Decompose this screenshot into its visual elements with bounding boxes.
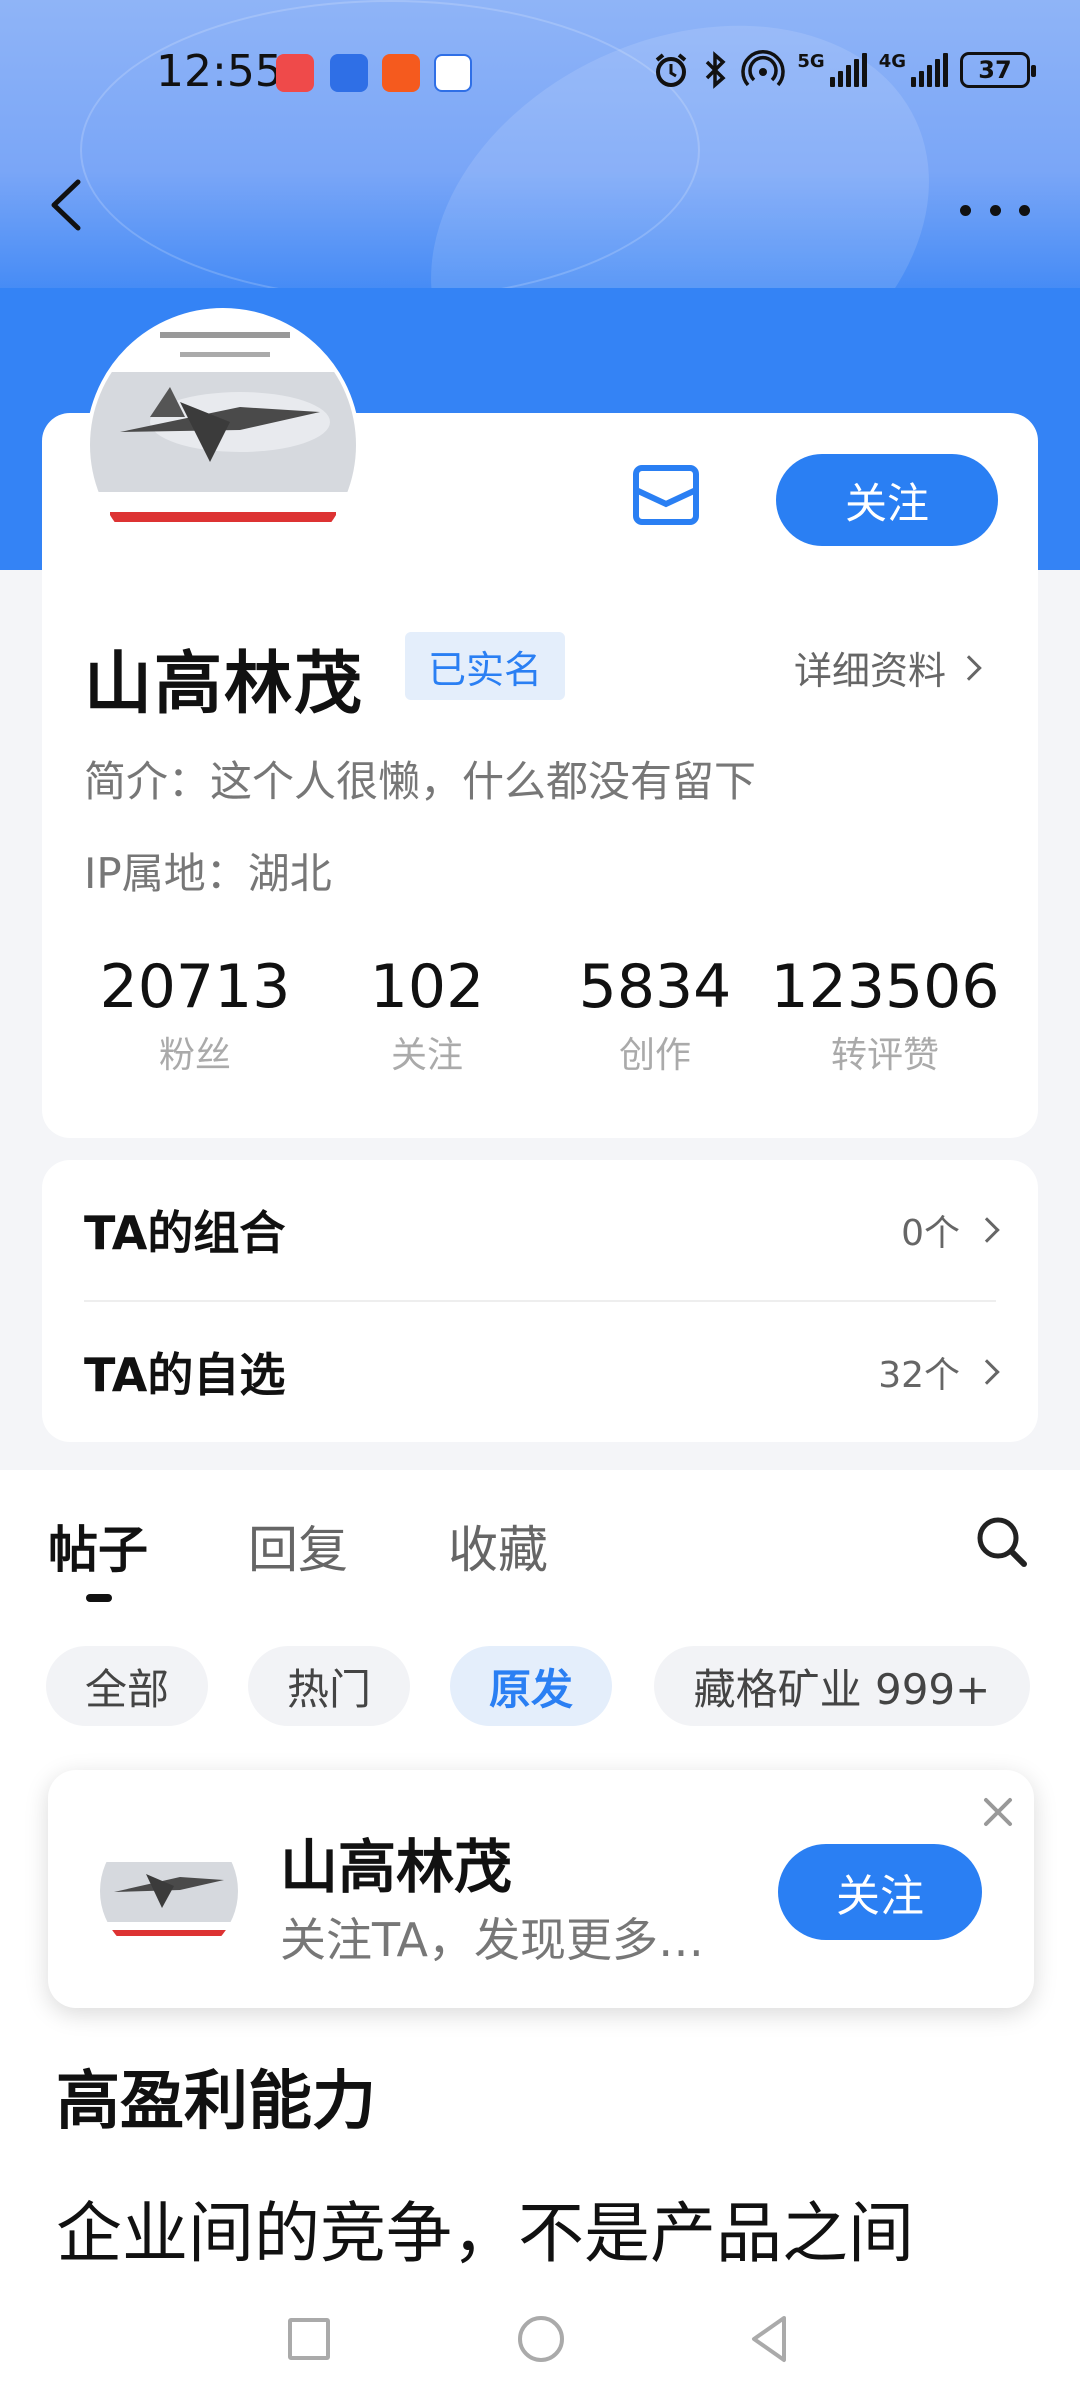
follow-popup: 山高林茂 关注TA，发现更多… 关注 (48, 1770, 1034, 2008)
bluetooth-icon (706, 51, 726, 89)
popup-name: 山高林茂 (280, 1833, 513, 1901)
back-button[interactable] (40, 170, 100, 240)
tab-indicator (86, 1594, 112, 1602)
list-item-portfolio[interactable]: TA的组合 0个 (84, 1160, 1000, 1300)
chevron-right-icon (974, 1217, 1000, 1243)
popup-avatar[interactable] (100, 1822, 238, 1960)
battery-indicator: 37 (960, 52, 1036, 88)
profile-bio: 简介：这个人很懒，什么都没有留下 (84, 757, 757, 806)
alarm-icon (656, 53, 687, 87)
triangle-back-icon (752, 2316, 786, 2362)
browser-icon (434, 54, 472, 92)
popup-subtitle: 关注TA，发现更多… (280, 1913, 704, 1967)
status-time: 12:55 (156, 46, 283, 97)
list-card: TA的组合 0个 TA的自选 32个 (42, 1160, 1038, 1442)
tab-posts[interactable]: 帖子 (48, 1510, 148, 1582)
app-icon-orange (382, 54, 420, 92)
verified-badge: 已实名 (405, 632, 565, 700)
profile-ip: IP属地：湖北 (84, 849, 332, 898)
status-bar: 12:55 5G 4G 37 (0, 40, 1080, 110)
chip-topic[interactable]: 藏格矿业 999+ (654, 1646, 1030, 1726)
app-icon-blue (330, 54, 368, 92)
huawei-store-icon (276, 54, 314, 92)
post-title[interactable]: 高盈利能力 (56, 2050, 376, 2142)
avatar[interactable] (86, 308, 360, 582)
chip-original[interactable]: 原发 (450, 1646, 612, 1726)
signal-4g-icon: 4G (879, 53, 948, 87)
chip-all[interactable]: 全部 (46, 1646, 208, 1726)
recent-apps-button[interactable] (288, 2318, 330, 2360)
avatar-image (90, 312, 356, 578)
chevron-right-icon (956, 654, 982, 681)
avatar-image (100, 1822, 238, 1960)
more-button[interactable] (960, 180, 1030, 240)
profile-stats: 20713 粉丝 102 关注 5834 创作 123506 转评赞 (42, 952, 1038, 1092)
chevron-right-icon (974, 1359, 1000, 1385)
list-item-watchlist[interactable]: TA的自选 32个 (84, 1302, 1000, 1442)
detail-link[interactable]: 详细资料 (794, 640, 982, 695)
more-dots-icon (960, 204, 971, 216)
search-icon (977, 1517, 1027, 1567)
tab-replies[interactable]: 回复 (248, 1510, 348, 1582)
profile-name: 山高林茂 (84, 645, 365, 724)
home-button[interactable] (518, 2316, 564, 2362)
message-button[interactable] (628, 460, 704, 530)
status-right-group: 5G 4G 37 (651, 50, 1036, 90)
search-button[interactable] (974, 1514, 1030, 1570)
tab-favorites[interactable]: 收藏 (448, 1510, 548, 1582)
close-icon (984, 1798, 1012, 1826)
close-button[interactable] (978, 1792, 1018, 1832)
post-body[interactable]: 企业间的竞争，不是产品之间 (56, 2180, 914, 2276)
follow-button[interactable]: 关注 (776, 454, 998, 546)
mail-icon (633, 465, 699, 525)
stat-following[interactable]: 102 关注 (312, 952, 542, 1078)
stat-likes[interactable]: 123506 转评赞 (770, 952, 1000, 1078)
chevron-left-icon (51, 179, 81, 231)
hotspot-icon (741, 50, 786, 87)
stat-posts[interactable]: 5834 创作 (540, 952, 770, 1078)
chip-hot[interactable]: 热门 (248, 1646, 410, 1726)
system-back-button[interactable] (748, 2314, 790, 2364)
popup-follow-button[interactable]: 关注 (778, 1844, 982, 1940)
signal-5g-icon: 5G (797, 53, 867, 87)
stat-fans[interactable]: 20713 粉丝 (80, 952, 310, 1078)
